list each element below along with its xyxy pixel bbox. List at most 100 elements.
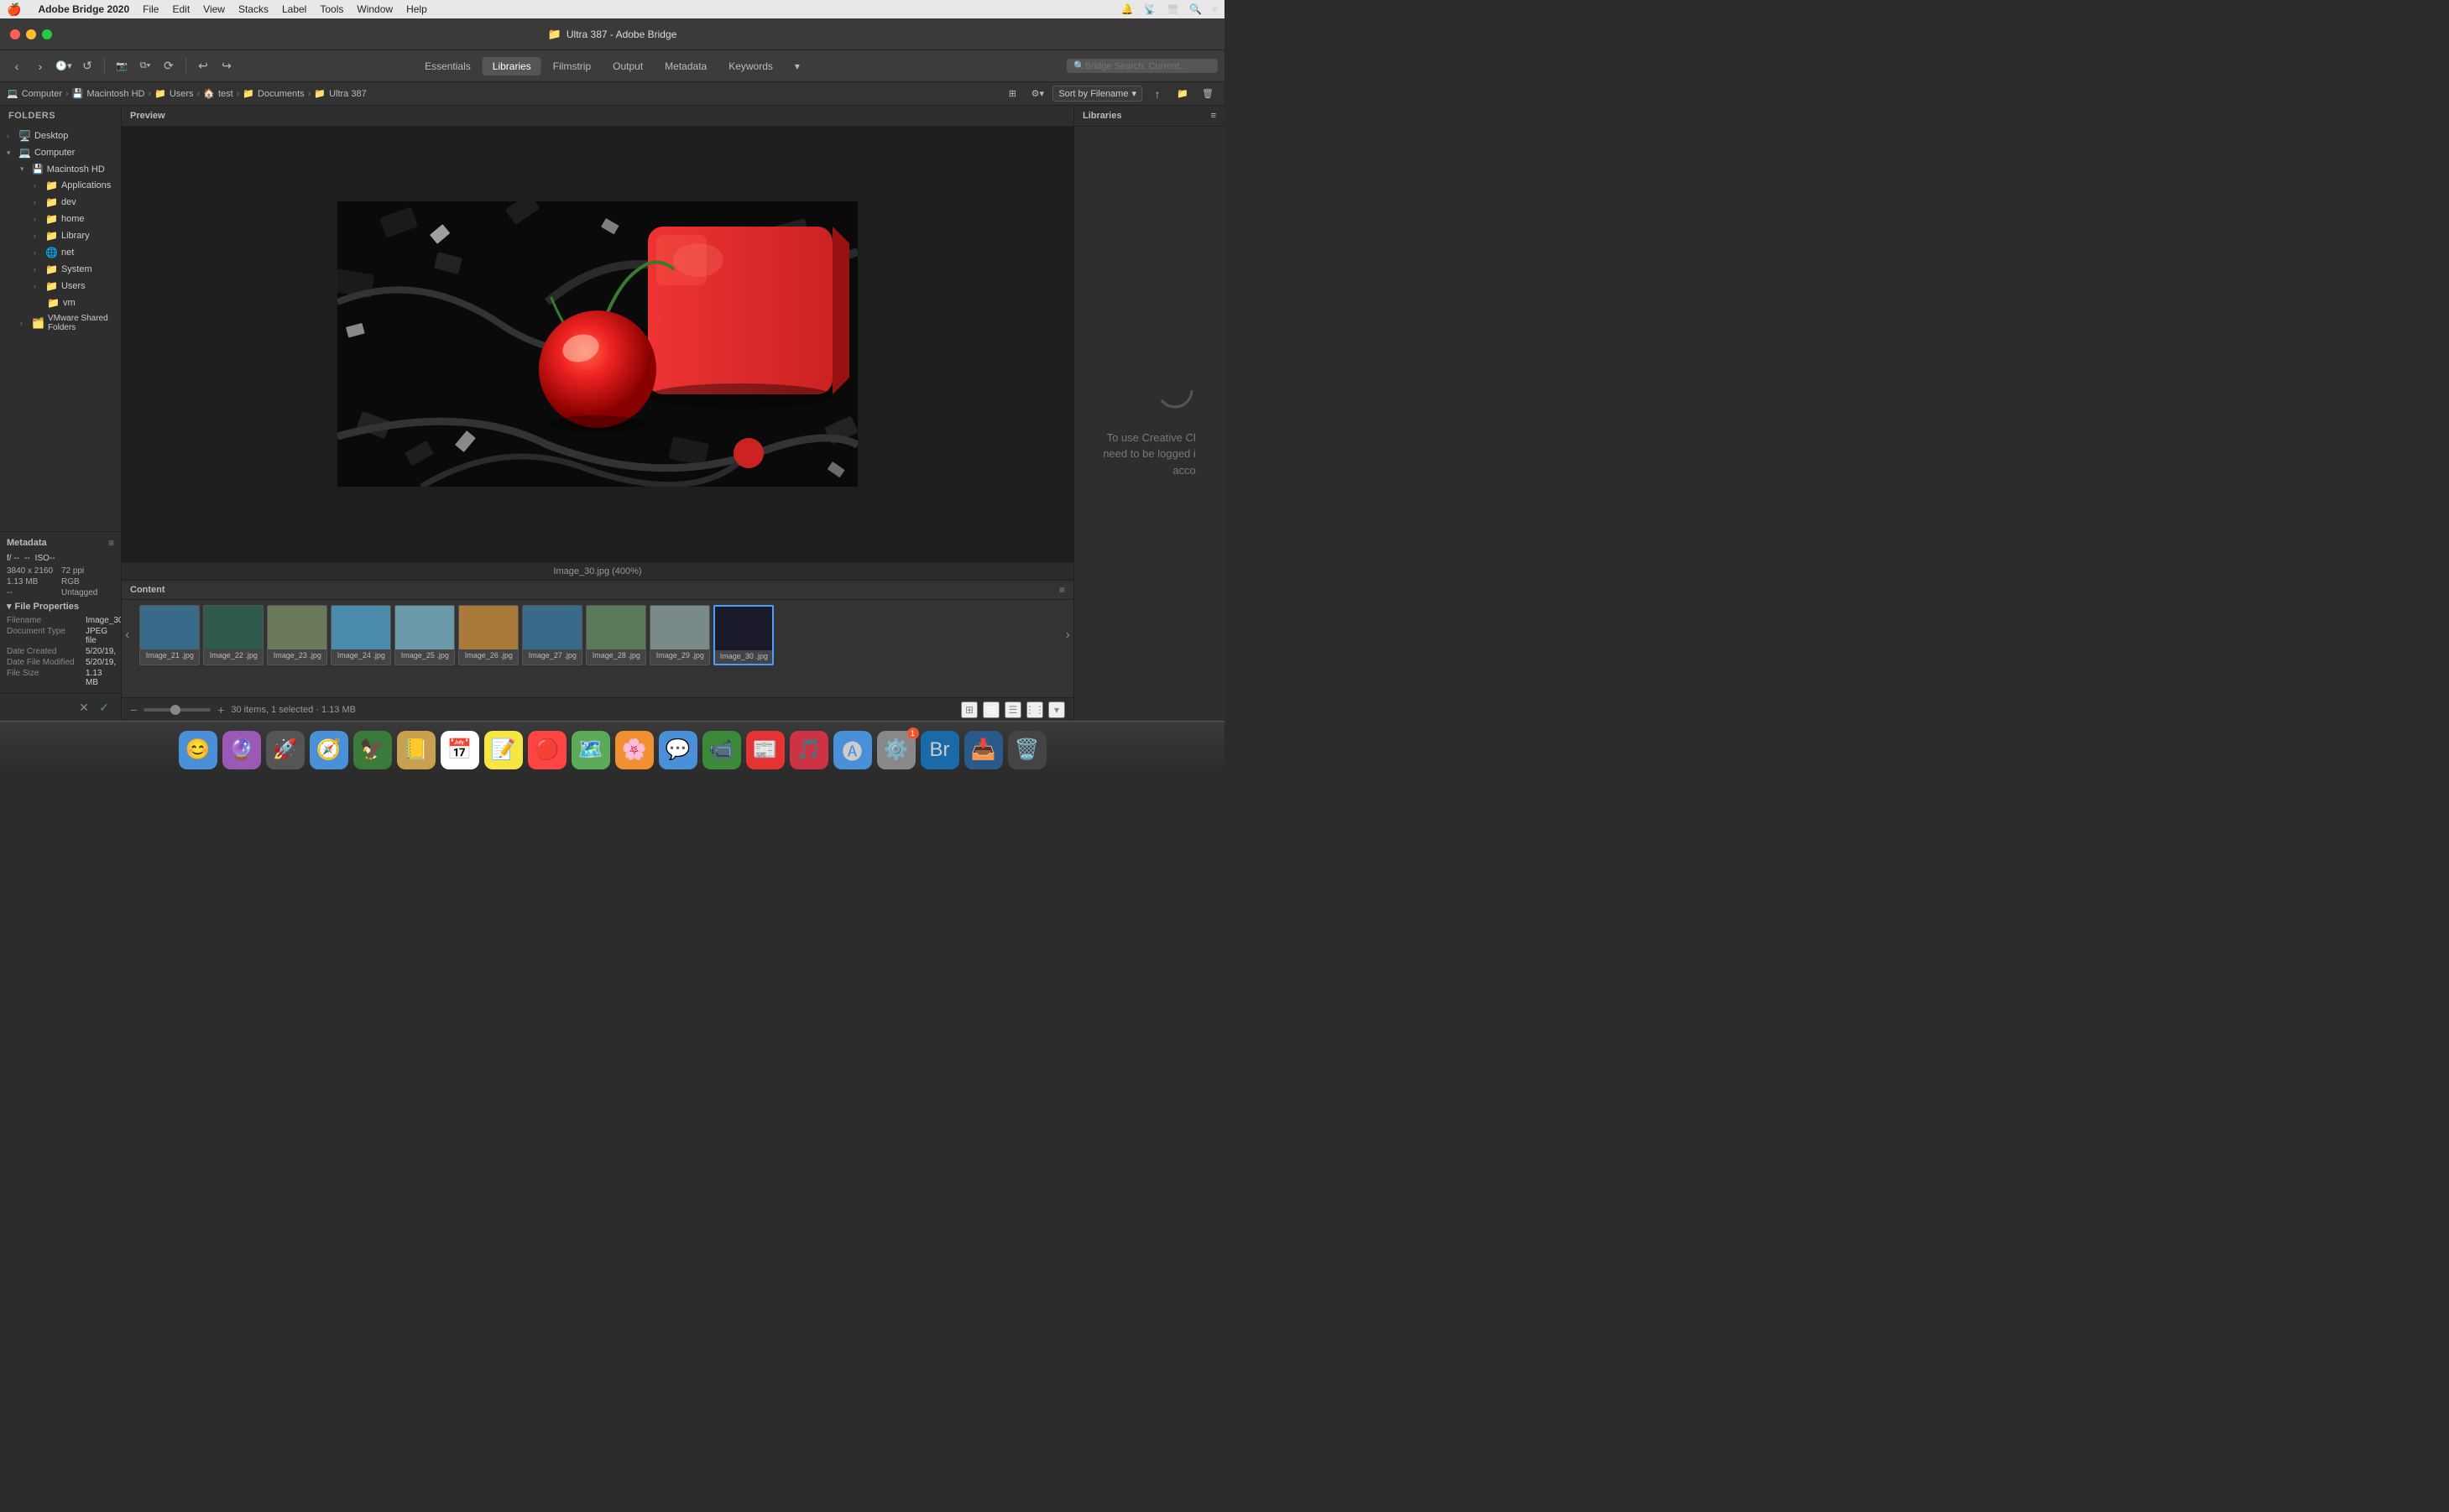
- sidebar-item-vm[interactable]: 📁 vm: [0, 295, 121, 311]
- zoom-slider[interactable]: [144, 708, 211, 712]
- sort-dropdown[interactable]: Sort by Filename ▾: [1052, 86, 1142, 102]
- tab-libraries[interactable]: Libraries: [483, 57, 541, 76]
- dock-item-photos[interactable]: 🌸: [615, 731, 654, 769]
- apple-menu[interactable]: 🍎: [7, 3, 21, 17]
- thumbnail-7[interactable]: Image_28 .jpg: [586, 605, 646, 665]
- view-detail-button[interactable]: ⋮⋮: [1026, 701, 1043, 718]
- content-menu-icon[interactable]: ≡: [1059, 584, 1065, 596]
- sidebar-item-users[interactable]: › 📁 Users: [0, 278, 121, 295]
- copy-button[interactable]: ⧉▾: [135, 56, 155, 76]
- thumbnail-1[interactable]: Image_22 .jpg: [203, 605, 264, 665]
- thumbnail-2[interactable]: Image_23 .jpg: [267, 605, 327, 665]
- dock-item-siri[interactable]: 🔮: [222, 731, 261, 769]
- sync-button[interactable]: ⟳: [159, 56, 179, 76]
- dock-item-downloads[interactable]: 📥: [964, 731, 1003, 769]
- thumbnail-0[interactable]: Image_21 .jpg: [139, 605, 200, 665]
- sidebar-item-macintoshhd[interactable]: ▾ 💾 Macintosh HD: [0, 161, 121, 177]
- view-options-button[interactable]: ⊞: [1002, 84, 1022, 104]
- menu-view[interactable]: View: [203, 3, 225, 15]
- breadcrumb-users[interactable]: 📁 Users: [154, 88, 193, 99]
- dock-item-mikrolern[interactable]: 🦅: [353, 731, 392, 769]
- metadata-confirm-button[interactable]: ✓: [94, 697, 114, 717]
- sidebar-item-library[interactable]: › 📁 Library: [0, 227, 121, 244]
- search-icon[interactable]: 🔍: [1189, 3, 1202, 15]
- maximize-button[interactable]: [42, 29, 52, 39]
- thumbnail-6[interactable]: Image_27 .jpg: [522, 605, 582, 665]
- dock-item-reminders[interactable]: 🔴: [528, 731, 567, 769]
- dock-item-rocket-typist[interactable]: 🚀: [266, 731, 305, 769]
- dock-item-maps[interactable]: 🗺️: [572, 731, 610, 769]
- screen-icon[interactable]: 🖥: [1167, 3, 1179, 15]
- sidebar-item-computer[interactable]: ▾ 💻 Computer: [0, 144, 121, 161]
- thumbnail-9[interactable]: Image_30 .jpg: [713, 605, 774, 665]
- zoom-out-button[interactable]: −: [130, 703, 137, 717]
- breadcrumb-ultra387[interactable]: 📁 Ultra 387: [314, 88, 366, 99]
- search-input[interactable]: [1085, 61, 1203, 71]
- scroll-left-button[interactable]: ‹: [122, 628, 133, 643]
- notification-icon[interactable]: 🔔: [1121, 3, 1134, 15]
- sidebar-item-home[interactable]: › 📁 home: [0, 211, 121, 227]
- dock-item-facetime[interactable]: 📹: [702, 731, 741, 769]
- menu-label[interactable]: Label: [282, 3, 306, 15]
- menu-stacks[interactable]: Stacks: [238, 3, 269, 15]
- breadcrumb-documents[interactable]: 📁 Documents: [243, 88, 304, 99]
- sidebar-item-applications[interactable]: › 📁 Applications: [0, 177, 121, 194]
- dock-item-system-preferences[interactable]: ⚙️1: [877, 731, 916, 769]
- tab-filmstrip[interactable]: Filmstrip: [543, 57, 601, 76]
- thumbnail-3[interactable]: Image_24 .jpg: [331, 605, 391, 665]
- new-folder-button[interactable]: 📁: [1172, 84, 1193, 104]
- dock-item-finder[interactable]: 😊: [179, 731, 217, 769]
- breadcrumb-test[interactable]: 🏠 test: [203, 88, 232, 99]
- thumbnail-8[interactable]: Image_29 .jpg: [650, 605, 710, 665]
- dock-item-app-store[interactable]: 🅐: [833, 731, 872, 769]
- tab-essentials[interactable]: Essentials: [415, 57, 481, 76]
- sidebar-item-net[interactable]: › 🌐 net: [0, 244, 121, 261]
- dock-item-news[interactable]: 📰: [746, 731, 785, 769]
- zoom-in-button[interactable]: +: [217, 703, 224, 717]
- libraries-menu-icon[interactable]: ≡: [1211, 111, 1216, 121]
- cast-icon[interactable]: 📡: [1144, 3, 1157, 15]
- breadcrumb-computer[interactable]: 💻 Computer: [7, 88, 62, 99]
- dock-item-calendar[interactable]: 📅: [441, 731, 479, 769]
- menu-window[interactable]: Window: [357, 3, 393, 15]
- undo-button[interactable]: ↩: [193, 56, 213, 76]
- back-button[interactable]: ‹: [7, 56, 27, 76]
- camera-button[interactable]: 📷: [112, 56, 132, 76]
- menu-help[interactable]: Help: [406, 3, 427, 15]
- tab-more[interactable]: ▾: [785, 57, 810, 76]
- menu-tools[interactable]: Tools: [320, 3, 343, 15]
- forward-button[interactable]: ›: [30, 56, 50, 76]
- dock-item-trash[interactable]: 🗑️: [1008, 731, 1047, 769]
- close-button[interactable]: [10, 29, 20, 39]
- metadata-cancel-button[interactable]: ✕: [74, 697, 94, 717]
- dock-item-notes[interactable]: 📝: [484, 731, 523, 769]
- view-grid-button[interactable]: ⊟: [983, 701, 1000, 718]
- rotate-ccw-button[interactable]: ↺: [77, 56, 97, 76]
- sidebar-item-system[interactable]: › 📁 System: [0, 261, 121, 278]
- trash-button[interactable]: 🗑: [1198, 84, 1218, 104]
- dock-item-messages[interactable]: 💬: [659, 731, 697, 769]
- menu-extra-icon[interactable]: ≡: [1212, 3, 1218, 15]
- dock-item-adobe-bridge[interactable]: Br: [921, 731, 959, 769]
- thumbnail-4[interactable]: Image_25 .jpg: [394, 605, 455, 665]
- breadcrumb-macintoshhd[interactable]: 💾 Macintosh HD: [72, 88, 145, 99]
- menu-file[interactable]: File: [143, 3, 159, 15]
- dock-item-safari[interactable]: 🧭: [310, 731, 348, 769]
- tab-keywords[interactable]: Keywords: [718, 57, 783, 76]
- view-more-button[interactable]: ▾: [1048, 701, 1065, 718]
- minimize-button[interactable]: [26, 29, 36, 39]
- sidebar-item-vmware[interactable]: › 🗂️ VMware Shared Folders: [0, 311, 121, 335]
- dock-item-music[interactable]: 🎵: [790, 731, 828, 769]
- menu-app-name[interactable]: Adobe Bridge 2020: [38, 3, 129, 15]
- sidebar-item-dev[interactable]: › 📁 dev: [0, 194, 121, 211]
- view-grid-large-button[interactable]: ⊞: [961, 701, 978, 718]
- tab-metadata[interactable]: Metadata: [655, 57, 717, 76]
- thumbnail-5[interactable]: Image_26 .jpg: [458, 605, 519, 665]
- menu-edit[interactable]: Edit: [172, 3, 190, 15]
- tab-output[interactable]: Output: [603, 57, 653, 76]
- dock-item-contacts[interactable]: 📒: [397, 731, 436, 769]
- redo-button[interactable]: ↪: [217, 56, 237, 76]
- view-list-button[interactable]: ☰: [1005, 701, 1021, 718]
- sort-asc-button[interactable]: ↑: [1147, 84, 1167, 104]
- scroll-right-button[interactable]: ›: [1063, 628, 1073, 643]
